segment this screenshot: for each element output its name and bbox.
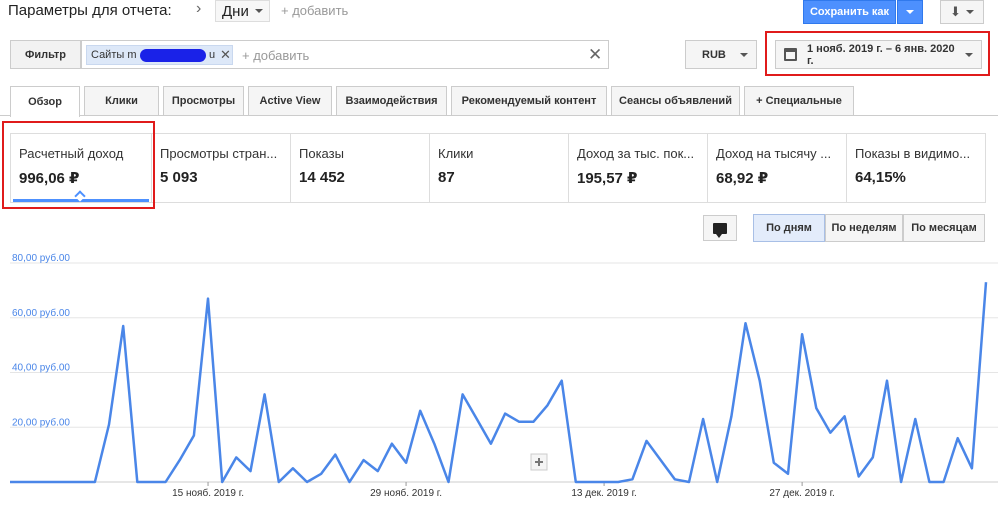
revenue-line-chart: 80,00 руб.00 60,00 руб.00 40,00 руб.00 20,0… [10, 252, 998, 499]
annotations-button[interactable] [703, 215, 737, 241]
metric-value: 87 [438, 169, 455, 186]
tab-clicks[interactable]: Клики [84, 86, 159, 115]
currency-dropdown[interactable]: RUB [685, 40, 757, 69]
tab-ad-sessions[interactable]: Сеансы объявлений [611, 86, 740, 115]
date-range-value: 1 нояб. 2019 г. – 6 янв. 2020 г. [807, 42, 955, 67]
date-range-highlight: 1 нояб. 2019 г. – 6 янв. 2020 г. [765, 31, 990, 76]
filter-label: Фильтр [10, 40, 81, 69]
metric-impressions[interactable]: Показы 14 452 [291, 134, 430, 202]
caret-down-icon [254, 9, 263, 13]
metric-viewability[interactable]: Показы в видимо... 64,15% [847, 134, 985, 202]
filter-chip[interactable]: Сайты m u ✕ [86, 45, 233, 65]
group-by-month-button[interactable]: По месяцам [903, 214, 985, 242]
metric-label: Просмотры стран... [160, 146, 278, 161]
comment-icon [713, 222, 727, 238]
metric-rpm-impressions[interactable]: Доход за тыс. пок... 195,57 ₽ [569, 134, 708, 202]
tab-overview[interactable]: Обзор [10, 86, 80, 117]
metrics-bar: Расчетный доход 996,06 ₽ Просмотры стран… [10, 133, 986, 203]
metric-value: 195,57 ₽ [577, 170, 638, 187]
metric-label: Показы в видимо... [855, 146, 971, 161]
x-tick-label: 13 дек. 2019 г. [571, 488, 636, 499]
metric-highlight-frame [2, 121, 155, 209]
chip-label: Сайты m [91, 49, 137, 61]
add-dimension-link[interactable]: + добавить [281, 3, 348, 18]
remove-chip-icon[interactable]: ✕ [220, 47, 231, 63]
metric-clicks[interactable]: Клики 87 [430, 134, 569, 202]
clear-filter-icon[interactable]: ✕ [588, 45, 602, 65]
metric-value: 5 093 [160, 169, 198, 186]
caret-down-icon [906, 10, 914, 14]
tab-custom[interactable]: + Специальные [744, 86, 854, 115]
y-tick-label: 60,00 руб.00 [12, 307, 70, 319]
caret-down-icon [740, 52, 748, 57]
tab-views[interactable]: Просмотры [163, 86, 244, 115]
metric-value: 64,15% [855, 169, 906, 186]
dimension-dropdown[interactable]: Дни [215, 0, 270, 22]
group-by-week-button[interactable]: По неделям [825, 214, 903, 242]
tab-active-view[interactable]: Active View [248, 86, 332, 115]
metric-pageviews[interactable]: Просмотры стран... 5 093 [152, 134, 291, 202]
save-as-button[interactable]: Сохранить как [803, 0, 896, 24]
metric-label: Клики [438, 146, 474, 161]
metric-value: 14 452 [299, 169, 345, 186]
add-annotation-marker[interactable] [530, 453, 548, 471]
metric-value: 68,92 ₽ [716, 170, 769, 187]
save-options-button[interactable] [897, 0, 923, 24]
download-icon: ⬇ [950, 4, 961, 19]
chevron-right-icon: › [196, 0, 202, 17]
y-tick-label: 40,00 руб.00 [12, 362, 70, 374]
report-tabs: Обзор Клики Просмотры Active View Взаимо… [0, 86, 998, 117]
metric-label: Показы [299, 146, 344, 161]
date-range-dropdown[interactable]: 1 нояб. 2019 г. – 6 янв. 2020 г. [775, 40, 982, 69]
y-tick-label: 80,00 руб.00 [12, 252, 70, 264]
currency-value: RUB [702, 48, 726, 61]
x-tick-label: 15 нояб. 2019 г. [172, 487, 244, 499]
filter-input[interactable]: Сайты m u ✕ + добавить ✕ [81, 40, 609, 69]
metric-label: Доход на тысячу ... [716, 146, 832, 161]
series-line [10, 282, 988, 484]
calendar-icon [784, 48, 797, 61]
report-params-label: Параметры для отчета: [8, 2, 172, 19]
y-tick-label: 20,00 руб.00 [12, 416, 70, 428]
redaction-mask [140, 49, 206, 62]
tab-recommended-content[interactable]: Рекомендуемый контент [451, 86, 607, 115]
x-tick-label: 29 нояб. 2019 г. [370, 487, 442, 499]
caret-down-icon [965, 52, 973, 57]
group-by-day-button[interactable]: По дням [753, 214, 825, 242]
tab-interactions[interactable]: Взаимодействия [336, 86, 447, 115]
caret-down-icon [965, 10, 974, 14]
dimension-value: Дни [222, 2, 249, 20]
add-filter-link[interactable]: + добавить [242, 48, 309, 63]
report-header: Параметры для отчета: › Дни + добавить С… [0, 0, 998, 26]
x-tick-label: 27 дек. 2019 г. [769, 488, 834, 499]
download-button[interactable]: ⬇ [940, 0, 984, 24]
chip-label-suffix: u [209, 49, 216, 61]
metric-label: Доход за тыс. пок... [577, 146, 695, 161]
metric-rpm-pageviews[interactable]: Доход на тысячу ... 68,92 ₽ [708, 134, 847, 202]
